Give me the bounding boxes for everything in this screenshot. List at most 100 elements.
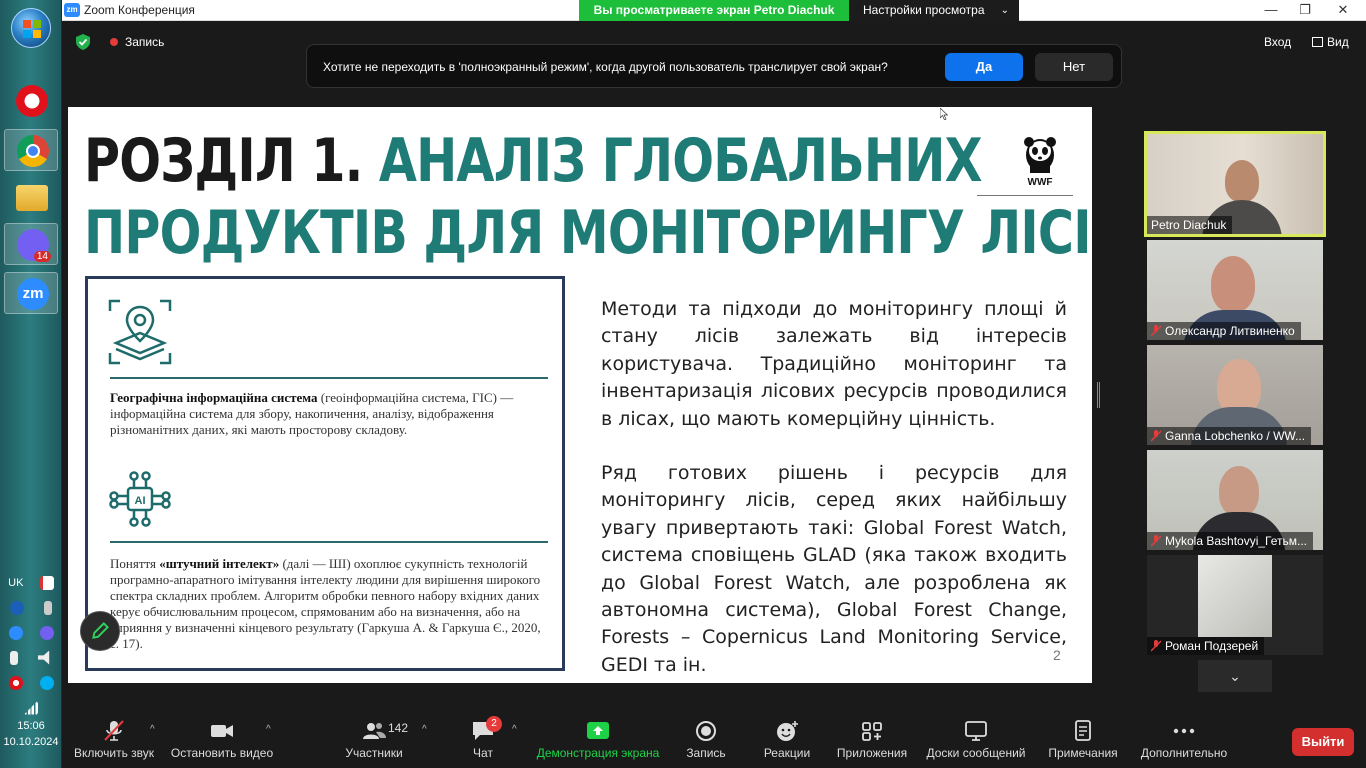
gallery-scroll-down-button[interactable]: ⌄ bbox=[1198, 660, 1272, 692]
video-tile-5[interactable]: Роман Подзерей bbox=[1147, 555, 1323, 655]
language-indicator[interactable]: UK bbox=[8, 577, 23, 589]
close-window-button[interactable]: ✕ bbox=[1326, 0, 1360, 21]
taskbar-opera[interactable] bbox=[4, 80, 58, 122]
ai-definition: Поняття «штучний інтелект» (далі — ШІ) о… bbox=[110, 556, 550, 652]
unmute-label: Включить звук bbox=[73, 746, 155, 760]
stop-video-button[interactable]: Остановить видео ^ bbox=[166, 706, 278, 768]
mic-muted-icon bbox=[1151, 430, 1161, 442]
windows-logo-icon bbox=[23, 20, 41, 38]
zoom-icon-label: zm bbox=[22, 285, 44, 302]
share-screen-icon bbox=[587, 722, 609, 739]
video-tile-3[interactable]: Ganna Lobchenko / WW... bbox=[1147, 345, 1323, 445]
volume-tray-icon[interactable] bbox=[38, 650, 50, 665]
leave-meeting-button[interactable]: Выйти bbox=[1292, 728, 1354, 756]
taskbar-viber[interactable]: 14 bbox=[4, 223, 58, 265]
gis-term: Географічна інформаційна система bbox=[110, 390, 318, 405]
ai-term: «штучний інтелект» bbox=[159, 556, 280, 571]
view-settings-dropdown[interactable]: Настройки просмотра ⌄ bbox=[849, 0, 1019, 21]
prompt-text: Хотите не переходить в 'полноэкранный ре… bbox=[323, 60, 888, 74]
zoom-window: zm Zoom Конференция Вы просматриваете эк… bbox=[62, 0, 1366, 768]
network-tray-icon[interactable] bbox=[44, 600, 52, 615]
battery-tray-icon[interactable] bbox=[10, 650, 18, 665]
restore-button[interactable]: ❐ bbox=[1288, 0, 1322, 21]
participant-name: Petro Diachuk bbox=[1147, 216, 1233, 234]
slide-title-line-2: ПРОДУКТІВ ДЛЯ МОНІТОРИНГУ ЛІСІВ bbox=[84, 198, 1092, 268]
taskbar-chrome[interactable] bbox=[4, 129, 58, 171]
shared-screen[interactable]: РОЗДІЛ 1. АНАЛІЗ ГЛОБАЛЬНИХ ПРОДУКТІВ ДЛ… bbox=[68, 107, 1092, 683]
opera-tray-icon[interactable] bbox=[8, 675, 23, 690]
slide-paragraph-1: Методи та підходи до моніторингу площі й… bbox=[601, 298, 1067, 430]
help-tray-icon[interactable] bbox=[10, 600, 24, 615]
taskbar-zoom[interactable]: zm bbox=[4, 272, 58, 314]
whiteboards-button[interactable]: Доски сообщений bbox=[924, 706, 1028, 768]
no-button[interactable]: Нет bbox=[1035, 53, 1113, 81]
panel-resize-handle[interactable] bbox=[1097, 382, 1100, 408]
recording-indicator[interactable]: Запись bbox=[125, 35, 164, 49]
box-divider-2 bbox=[110, 541, 548, 543]
apps-button[interactable]: Приложения bbox=[834, 706, 910, 768]
participants-options-caret-icon[interactable]: ^ bbox=[422, 724, 427, 735]
minimize-button[interactable]: — bbox=[1254, 0, 1288, 21]
map-pin-icon bbox=[108, 299, 172, 365]
taskbar-explorer[interactable] bbox=[4, 177, 58, 219]
participant-avatar bbox=[1198, 555, 1272, 637]
enter-button[interactable]: Вход bbox=[1264, 35, 1291, 49]
participant-video bbox=[1219, 466, 1259, 516]
chevron-down-icon: ⌄ bbox=[1229, 668, 1241, 684]
video-tile-1[interactable]: Petro Diachuk bbox=[1144, 131, 1326, 237]
more-button[interactable]: Дополнительно bbox=[1138, 706, 1230, 768]
reactions-label: Реакции bbox=[763, 746, 811, 760]
skype-tray-icon[interactable] bbox=[39, 675, 54, 690]
share-screen-button[interactable]: Демонстрация экрана bbox=[532, 706, 664, 768]
video-options-caret-icon[interactable]: ^ bbox=[266, 724, 271, 735]
folder-icon bbox=[16, 185, 48, 211]
fullscreen-prompt: Хотите не переходить в 'полноэкранный ре… bbox=[306, 44, 1122, 88]
participant-name: Mykola Bashtovyi_Гетьм... bbox=[1147, 532, 1314, 550]
ai-prefix: Поняття bbox=[110, 556, 160, 571]
chat-button[interactable]: 2 Чат ^ bbox=[464, 706, 517, 768]
video-tile-2[interactable]: Олександр Литвиненко bbox=[1147, 240, 1323, 340]
participants-button[interactable]: 142 Участники ^ bbox=[338, 706, 426, 768]
zoom-tray-icon[interactable] bbox=[8, 625, 23, 640]
pencil-icon bbox=[92, 622, 109, 639]
video-tile-4[interactable]: Mykola Bashtovyi_Гетьм... bbox=[1147, 450, 1323, 550]
zoom-icon: zm bbox=[17, 278, 49, 310]
start-button[interactable] bbox=[11, 8, 51, 48]
clock-date: 10.10.2024 bbox=[3, 736, 59, 748]
slide-title-line-1: АНАЛІЗ ГЛОБАЛЬНИХ bbox=[378, 126, 983, 196]
audio-options-caret-icon[interactable]: ^ bbox=[150, 724, 155, 735]
box-divider-1 bbox=[110, 377, 548, 379]
mic-muted-icon bbox=[1151, 535, 1161, 547]
taskbar-clock[interactable]: 15:06 10.10.2024 bbox=[0, 718, 62, 750]
whiteboards-label: Доски сообщений bbox=[926, 746, 1026, 760]
mouse-cursor-icon bbox=[940, 108, 948, 120]
yes-button[interactable]: Да bbox=[945, 53, 1023, 81]
zoom-logo-icon: zm bbox=[64, 3, 80, 17]
viber-badge: 14 bbox=[33, 251, 51, 262]
whiteboard-icon bbox=[965, 721, 987, 741]
encryption-shield-icon[interactable] bbox=[76, 34, 90, 50]
window-titlebar: zm Zoom Конференция Вы просматриваете эк… bbox=[62, 0, 1366, 21]
annotate-button[interactable] bbox=[80, 611, 120, 651]
participant-name-text: Mykola Bashtovyi_Гетьм... bbox=[1165, 534, 1308, 548]
clock-time: 15:06 bbox=[17, 720, 45, 732]
notes-button[interactable]: Примечания bbox=[1046, 706, 1120, 768]
opera-icon bbox=[16, 85, 48, 117]
unmute-button[interactable]: Включить звук ^ bbox=[68, 706, 160, 768]
viber-tray-icon[interactable] bbox=[39, 625, 54, 640]
participant-name-text: Ganna Lobchenko / WW... bbox=[1165, 429, 1306, 443]
ai-chip-icon: AI bbox=[109, 471, 171, 527]
signal-strength-icon[interactable] bbox=[24, 700, 38, 715]
view-button[interactable]: Вид bbox=[1312, 35, 1349, 49]
record-label: Запись bbox=[686, 746, 726, 760]
chat-options-caret-icon[interactable]: ^ bbox=[512, 724, 517, 735]
chrome-icon bbox=[17, 135, 49, 167]
wwf-logo-text: WWF bbox=[1028, 177, 1053, 187]
smiley-reaction-icon bbox=[777, 721, 798, 741]
reactions-button[interactable]: Реакции bbox=[758, 706, 816, 768]
pdf-tray-icon[interactable] bbox=[39, 575, 54, 590]
chat-label: Чат bbox=[473, 746, 493, 760]
record-button[interactable]: Запись bbox=[680, 706, 732, 768]
participant-video bbox=[1211, 256, 1255, 312]
zoom-logo-text: zm bbox=[66, 5, 78, 14]
